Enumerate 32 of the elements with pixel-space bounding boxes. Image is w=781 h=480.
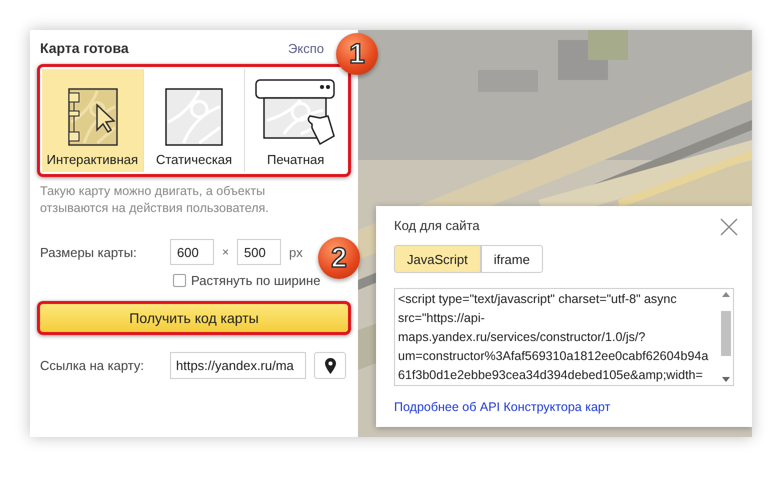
- stretch-label: Растянуть по ширине: [191, 273, 320, 288]
- map-type-option[interactable]: Интерактивная: [42, 69, 143, 172]
- map-type-label: Печатная: [267, 152, 324, 167]
- map-type-option[interactable]: Статическая: [142, 69, 244, 172]
- code-tab[interactable]: JavaScript: [394, 245, 481, 273]
- stretch-checkbox[interactable]: [173, 274, 186, 287]
- code-tab[interactable]: iframe: [480, 245, 543, 273]
- map-type-label: Статическая: [156, 152, 232, 167]
- static-map-icon: [165, 88, 223, 146]
- popup-title: Код для сайта: [394, 218, 480, 233]
- size-label: Размеры карты:: [40, 244, 138, 260]
- printer-icon: [254, 78, 338, 146]
- api-docs-link[interactable]: Подробнее об API Конструктора карт: [394, 400, 734, 414]
- pin-button[interactable]: [314, 352, 346, 379]
- code-area[interactable]: <script type="text/javascript" charset="utf-8" async src="https://api-maps.yandex.ru/services/constructor/1.0/js/?um=constructor%3Afaf569310a1812ee0cabf62604b94a61f3b0d1e2ebbe93cea34d394debed105e&amp;width=: [394, 288, 734, 386]
- map-type-description: Такую карту можно двигать, а объекты отзываются на действия пользователя.: [40, 183, 270, 217]
- unit-label: px: [289, 244, 303, 260]
- scroll-up-icon[interactable]: [722, 292, 730, 297]
- pin-icon: [324, 358, 336, 374]
- scrollbar[interactable]: [718, 289, 733, 385]
- scroll-down-icon[interactable]: [722, 377, 730, 382]
- get-code-button[interactable]: Получить код карты: [37, 301, 351, 335]
- times-sign: ×: [222, 245, 230, 259]
- close-icon: [720, 218, 738, 236]
- export-link[interactable]: Экспо: [288, 41, 324, 56]
- width-field[interactable]: 600: [170, 239, 214, 265]
- link-label: Ссылка на карту:: [40, 358, 146, 373]
- height-field[interactable]: 500: [237, 239, 282, 265]
- close-button[interactable]: [720, 218, 738, 236]
- panel-title: Карта готова: [40, 40, 129, 56]
- map-link-field[interactable]: https://yandex.ru/ma: [170, 352, 306, 379]
- map-type-label: Интерактивная: [46, 152, 138, 167]
